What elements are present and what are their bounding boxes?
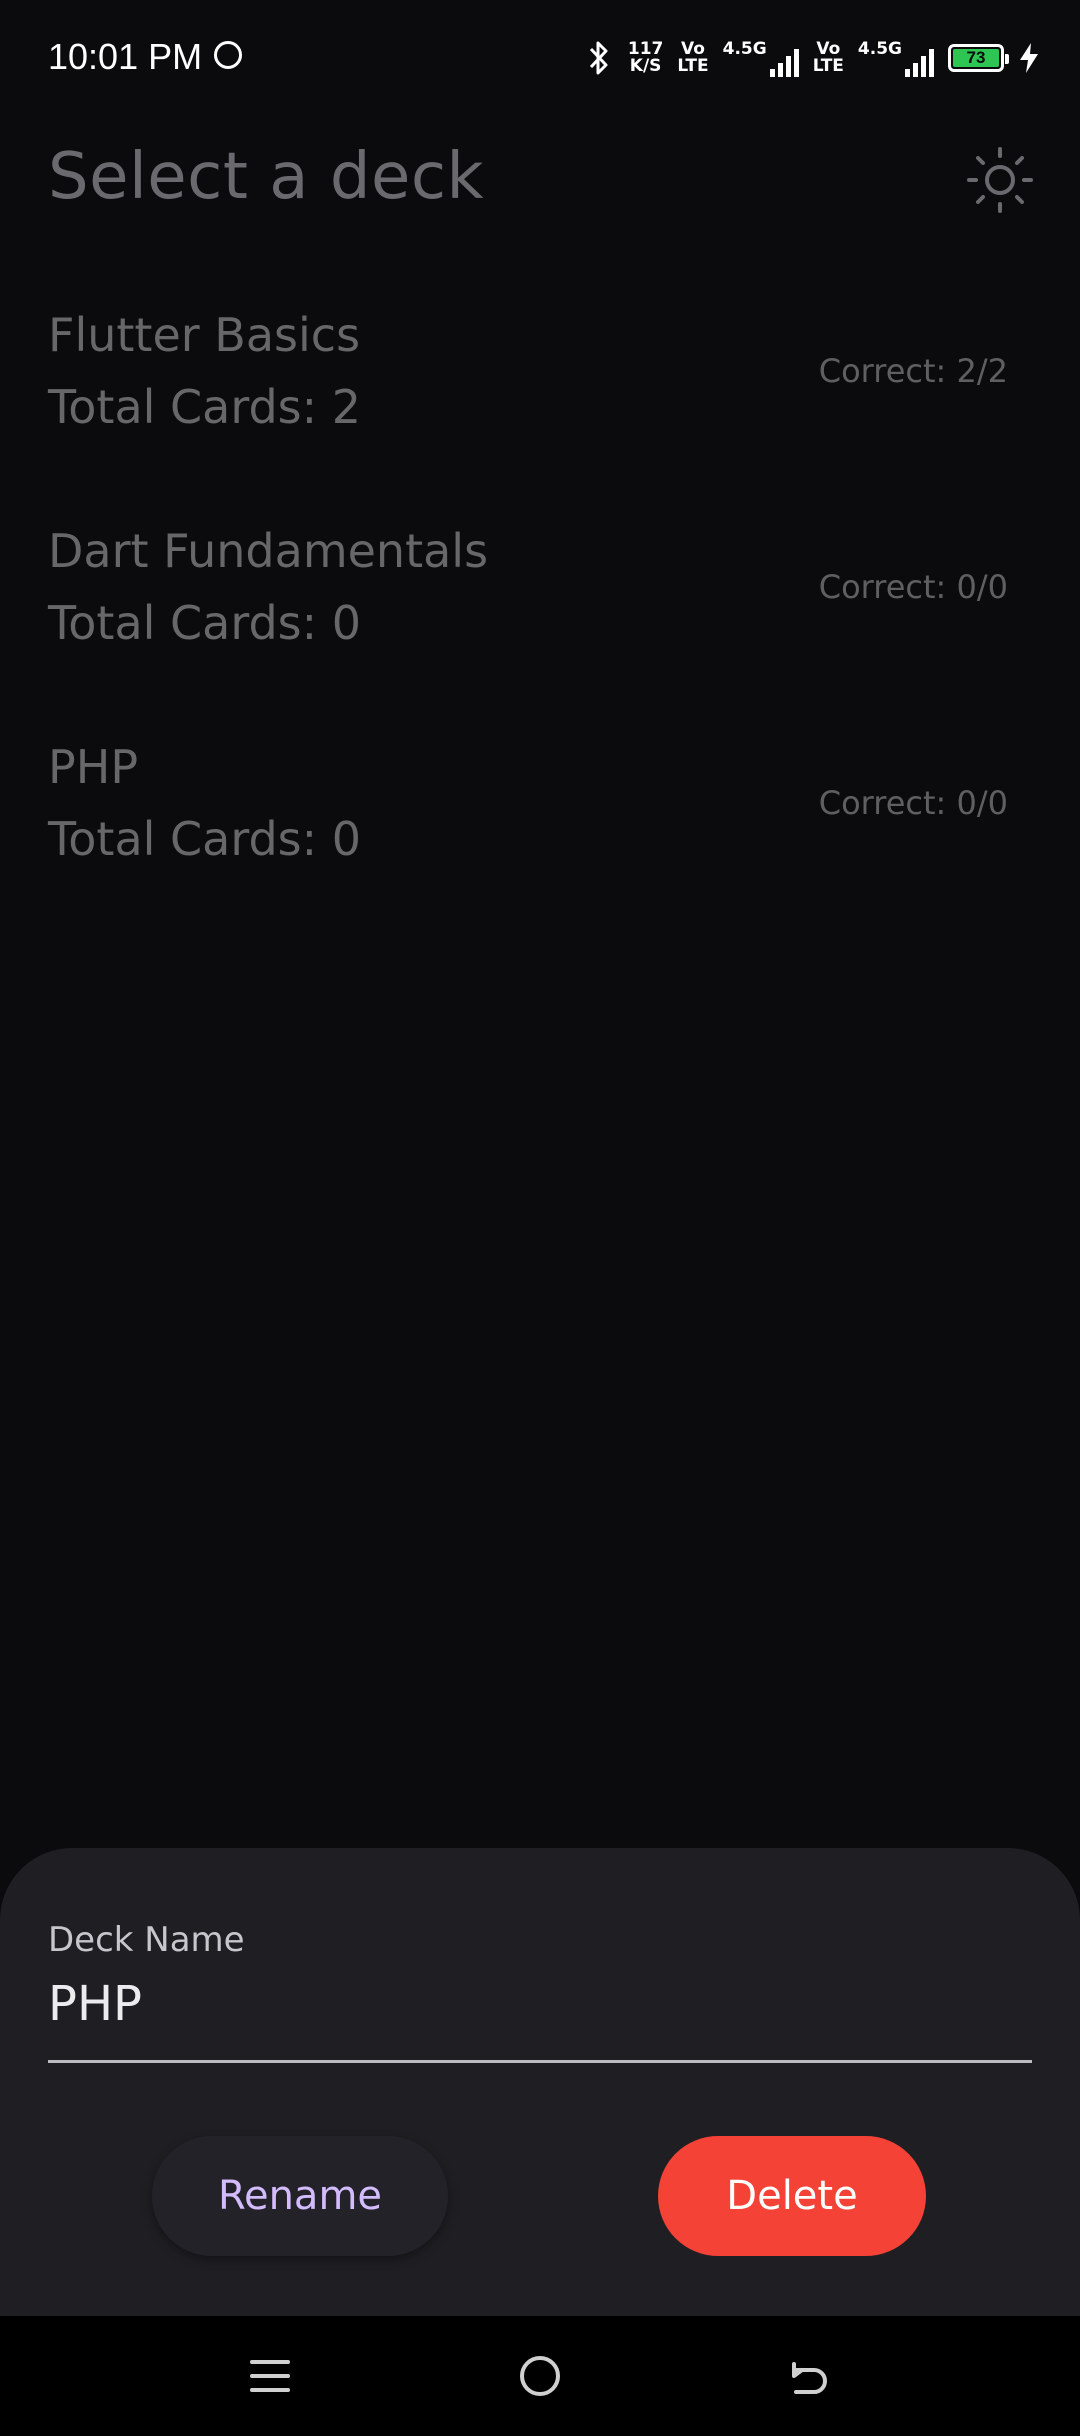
network-speed-unit: K/S: [629, 56, 662, 76]
bluetooth-icon: [589, 41, 608, 75]
sim2-volte-bottom: LTE: [812, 56, 844, 76]
delete-button[interactable]: Delete: [658, 2136, 926, 2256]
deck-list: Flutter Basics Total Cards: 2 Correct: 2…: [0, 290, 1080, 938]
sim2-signal: 4.5G: [858, 39, 934, 77]
deck-name: Flutter Basics: [48, 308, 361, 362]
sun-icon: [967, 147, 1033, 213]
battery-icon: 73: [948, 44, 1009, 72]
edit-deck-bottom-sheet: Deck Name PHP Rename Delete: [0, 1848, 1080, 2316]
deck-name: PHP: [48, 740, 139, 794]
menu-icon: [250, 2360, 290, 2392]
home-button[interactable]: [500, 2340, 580, 2412]
sim1-volte: Vo LTE: [677, 41, 708, 75]
deck-total-cards: Total Cards: 0: [48, 812, 362, 866]
page-title: Select a deck: [48, 140, 485, 214]
deck-name: Dart Fundamentals: [48, 524, 489, 578]
deck-item-dart-fundamentals[interactable]: Dart Fundamentals Total Cards: 0 Correct…: [0, 506, 1080, 722]
notification-face-icon: [214, 41, 242, 69]
deck-total-cards: Total Cards: 2: [48, 380, 362, 434]
sim2-volte: Vo LTE: [813, 41, 844, 75]
home-icon: [520, 2356, 560, 2396]
back-icon: [792, 2362, 827, 2394]
status-icons: 117 K/S Vo LTE 4.5G Vo LTE 4.5G 73: [584, 36, 1040, 80]
recent-apps-button[interactable]: [230, 2340, 310, 2412]
deck-correct-count: Correct: 0/0: [818, 568, 1008, 606]
deck-item-flutter-basics[interactable]: Flutter Basics Total Cards: 2 Correct: 2…: [0, 290, 1080, 506]
status-bar: 10:01 PM 117 K/S Vo LTE 4.5G Vo LTE 4.5G: [0, 0, 1080, 118]
deck-item-php[interactable]: PHP Total Cards: 0 Correct: 0/0: [0, 722, 1080, 938]
back-button[interactable]: [770, 2340, 850, 2412]
sim2-signal-bars-icon: [905, 47, 934, 77]
theme-toggle-button[interactable]: [960, 140, 1040, 220]
deck-name-underline: [48, 2060, 1032, 2063]
sim1-signal: 4.5G: [723, 39, 799, 77]
deck-name-input[interactable]: PHP: [48, 1976, 142, 2032]
battery-level: 73: [953, 48, 999, 67]
deck-name-label: Deck Name: [48, 1920, 245, 1960]
deck-correct-count: Correct: 0/0: [818, 784, 1008, 822]
rename-button[interactable]: Rename: [152, 2136, 448, 2256]
sim1-network-type: 4.5G: [722, 39, 767, 59]
sim1-volte-bottom: LTE: [677, 56, 709, 76]
sim2-network-type: 4.5G: [857, 39, 902, 59]
system-navigation-bar: [0, 2316, 1080, 2436]
deck-total-cards: Total Cards: 0: [48, 596, 362, 650]
status-time: 10:01 PM: [48, 36, 203, 77]
deck-correct-count: Correct: 2/2: [818, 352, 1008, 390]
network-speed: 117 K/S: [628, 41, 664, 75]
sim1-signal-bars-icon: [769, 47, 799, 77]
charging-bolt-icon: [1020, 43, 1038, 73]
